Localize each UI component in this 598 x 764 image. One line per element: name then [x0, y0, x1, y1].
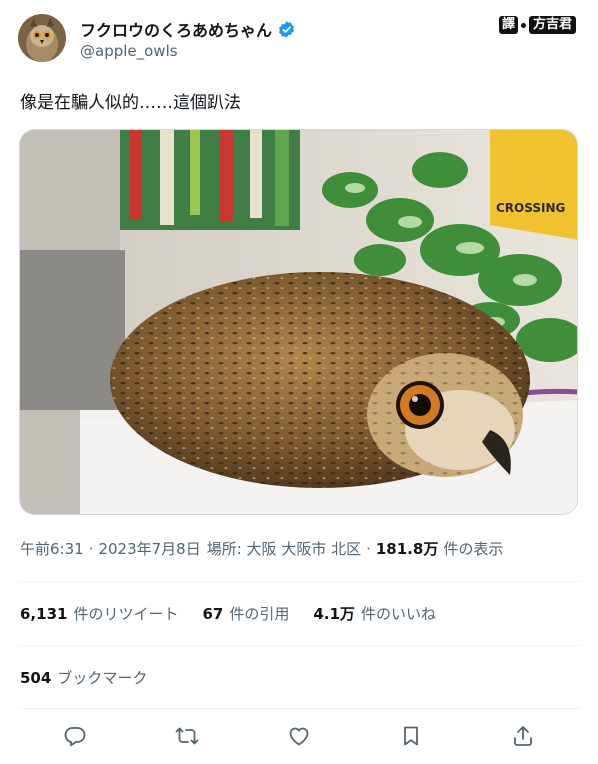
divider [18, 645, 580, 646]
divider [18, 581, 580, 582]
owl-photo: CROSSING [20, 130, 577, 514]
likes-stat[interactable]: 4.1万 件のいいね [313, 603, 436, 624]
tweet-meta: 午前6:31 · 2023年7月8日 場所: 大阪 大阪市 北区 · 181.8… [20, 538, 503, 559]
retweets-label: 件のリツイート [73, 605, 179, 623]
divider [18, 708, 580, 709]
bookmark-button[interactable] [397, 722, 425, 750]
tweet-header: フクロウのくろあめちゃん @apple_owls 譯 方吉君 [18, 14, 580, 64]
bookmarks-count: 504 [20, 668, 52, 687]
translator-dot-icon [520, 22, 526, 28]
tweet-place[interactable]: 場所: 大阪 大阪市 北区 [207, 538, 361, 559]
reply-icon [64, 727, 86, 747]
quotes-label: 件の引用 [229, 605, 290, 623]
bookmarks-label: ブックマーク [57, 669, 148, 687]
tweet-date[interactable]: 2023年7月8日 [98, 538, 200, 559]
meta-separator-2: · [366, 539, 371, 558]
bookmarks-stat[interactable]: 504 ブックマーク [20, 667, 147, 688]
likes-count: 4.1万 [313, 605, 355, 623]
retweet-icon [175, 727, 199, 745]
retweets-stat[interactable]: 6,131 件のリツイート [20, 603, 178, 624]
translator-watermark: 譯 方吉君 [498, 16, 576, 34]
share-icon [514, 726, 532, 746]
share-button[interactable] [509, 722, 537, 750]
likes-label: 件のいいね [360, 605, 436, 623]
views-count: 181.8万 [375, 540, 439, 558]
bookmark-icon [404, 726, 418, 746]
like-button[interactable] [285, 722, 313, 750]
user-handle[interactable]: @apple_owls [80, 42, 178, 60]
quotes-count: 67 [202, 604, 224, 623]
meta-separator: · [88, 539, 94, 558]
retweet-button[interactable] [173, 722, 201, 750]
tweet-text: 像是在騙人似的……這個趴法 [20, 93, 241, 113]
tweet-media[interactable]: CROSSING [19, 129, 578, 515]
action-bar [0, 720, 598, 752]
views-label: 件の表示 [443, 540, 504, 558]
translator-badge: 譯 [498, 16, 518, 34]
crossing-sign-text: CROSSING [496, 201, 565, 215]
name-row: フクロウのくろあめちゃん [80, 18, 296, 40]
quotes-stat[interactable]: 67 件の引用 [202, 603, 289, 624]
owl-avatar-image [18, 14, 66, 62]
heart-icon [289, 727, 309, 746]
display-name[interactable]: フクロウのくろあめちゃん [80, 17, 272, 41]
reply-button[interactable] [61, 722, 89, 750]
translator-name: 方吉君 [528, 16, 576, 34]
tweet-time[interactable]: 午前6:31 [20, 538, 84, 559]
retweets-count: 6,131 [20, 604, 68, 623]
engagement-stats: 6,131 件のリツイート 67 件の引用 4.1万 件のいいね [20, 603, 460, 624]
verified-badge-icon[interactable] [277, 20, 296, 39]
avatar[interactable] [18, 14, 66, 62]
